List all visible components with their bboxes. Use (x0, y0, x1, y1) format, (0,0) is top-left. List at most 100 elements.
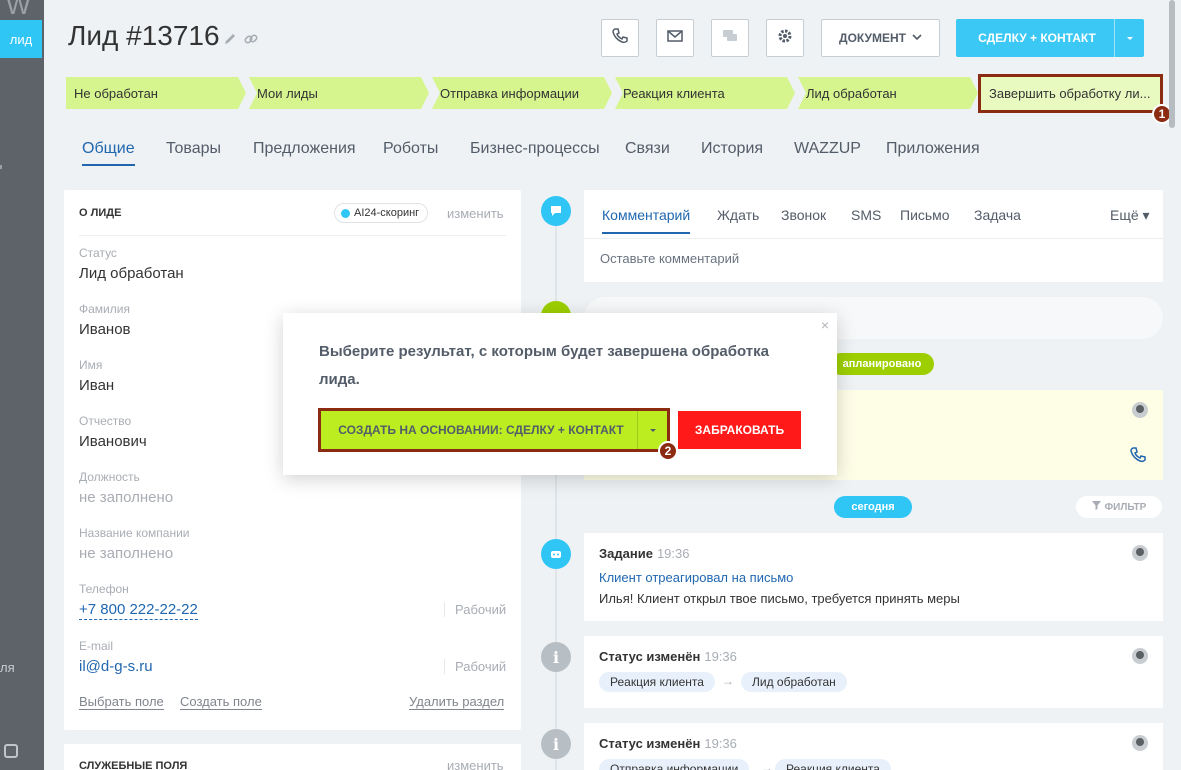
event-title-text: Статус изменён (599, 649, 701, 664)
event-time: 19:36 (656, 546, 690, 561)
tab-apps[interactable]: Приложения (886, 140, 980, 158)
field-label: Фамилия (79, 302, 130, 316)
caret-down-icon (1126, 37, 1133, 40)
sidebar-partial-label: ля (0, 660, 15, 675)
avatar (1132, 735, 1148, 751)
delete-section-link[interactable]: Удалить раздел (409, 695, 505, 710)
sidebar-marker (0, 165, 2, 169)
deal-contact-label: СДЕЛКУ + КОНТАКТ (978, 31, 1096, 45)
timeline-line (555, 210, 557, 770)
chat-button[interactable] (711, 19, 749, 57)
tab-offers[interactable]: Предложения (253, 140, 356, 158)
document-button[interactable]: ДОКУМЕНТ (821, 19, 940, 57)
tab-history[interactable]: История (701, 140, 763, 158)
more-label: Ещё (1110, 207, 1139, 223)
event-title-text: Задание (599, 546, 653, 561)
edit-section-link[interactable]: изменить (447, 758, 504, 770)
field-label: Имя (79, 358, 103, 372)
stage-item[interactable]: Мои лиды (249, 77, 429, 109)
phone-link[interactable]: +7 800 222-22-22 (79, 601, 198, 620)
timeline-event-status: Статус изменён 19:36 Реакция клиента → Ли… (584, 636, 1163, 708)
create-field-link[interactable]: Создать поле (180, 695, 262, 710)
first-name-value[interactable]: Иван (79, 377, 114, 394)
composer-tab-task[interactable]: Задача (974, 207, 1021, 223)
printer-icon[interactable] (4, 744, 18, 758)
call-button[interactable] (601, 19, 639, 57)
status-to-chip: Реакция клиента (775, 759, 891, 770)
sidebar-corner-letter: W (6, 0, 31, 20)
event-link[interactable]: Клиент отреагировал на письмо (599, 570, 793, 585)
position-value[interactable]: не заполнено (79, 489, 173, 506)
field-label: Отчество (79, 414, 132, 428)
comment-icon (541, 196, 571, 226)
middle-name-value[interactable]: Иванович (79, 433, 147, 450)
email-type: Рабочий (444, 659, 506, 674)
stage-item[interactable]: Лид обработан (798, 77, 978, 109)
field-label: Статус (79, 246, 117, 260)
step-badge-2: 2 (658, 441, 678, 461)
avatar (1132, 545, 1148, 561)
composer-more[interactable]: Ещё ▾ (1110, 207, 1150, 224)
tab-robots[interactable]: Роботы (383, 140, 438, 158)
stage-item[interactable]: Не обработан (66, 77, 246, 109)
arrow-right-icon: → (722, 674, 734, 688)
status-from-chip: Отправка информации (599, 759, 750, 770)
deal-contact-button[interactable]: СДЕЛКУ + КОНТАКТ (956, 19, 1144, 57)
select-field-link[interactable]: Выбрать поле (79, 695, 164, 710)
last-name-value[interactable]: Иванов (79, 321, 131, 338)
company-value[interactable]: не заполнено (79, 545, 173, 562)
composer-tab-wait[interactable]: Ждать (717, 207, 759, 223)
composer-tab-call[interactable]: Звонок (781, 207, 826, 223)
stage-item[interactable]: Реакция клиента (615, 77, 795, 109)
phone-icon (1129, 446, 1147, 469)
event-time: 19:36 (704, 736, 737, 751)
event-title: Задание 19:36 (599, 546, 689, 561)
timeline-event-task: Задание 19:36 Клиент отреагировал на пись… (584, 533, 1163, 621)
scrollbar-thumb[interactable] (1169, 0, 1175, 128)
tab-links[interactable]: Связи (625, 140, 670, 158)
arrow-right-icon: → (761, 761, 773, 770)
event-title: Статус изменён 19:36 (599, 736, 737, 751)
composer-tab-comment[interactable]: Комментарий (602, 207, 691, 234)
link-icon[interactable] (243, 31, 259, 47)
funnel-icon (1091, 501, 1101, 513)
filter-button[interactable]: ФИЛЬТР (1076, 496, 1162, 518)
ai-scoring-button[interactable]: AI24-скоринг (334, 203, 429, 223)
composer-tab-email[interactable]: Письмо (900, 207, 950, 223)
caret-down-icon (649, 429, 656, 432)
status-value[interactable]: Лид обработан (79, 265, 184, 282)
ai-icon (341, 208, 350, 218)
event-text: Илья! Клиент открыл твое письмо, требует… (599, 591, 960, 606)
tab-products[interactable]: Товары (166, 140, 221, 158)
comment-input[interactable]: Оставьте комментарий (600, 251, 739, 266)
tab-wazzup[interactable]: WAZZUP (794, 140, 861, 158)
stage-item[interactable]: Отправка информации (432, 77, 612, 109)
today-badge: сегодня (834, 496, 912, 518)
field-label: Должность (79, 470, 140, 484)
pencil-icon[interactable] (222, 31, 238, 47)
edit-section-link[interactable]: изменить (447, 206, 504, 221)
status-to-chip: Лид обработан (741, 672, 847, 692)
close-icon[interactable]: × (821, 317, 829, 333)
section-title: О ЛИДЕ (79, 207, 122, 219)
composer-tab-sms[interactable]: SMS (851, 207, 881, 223)
reject-button[interactable]: ЗАБРАКОВАТЬ (678, 411, 801, 449)
create-deal-contact-button[interactable]: СОЗДАТЬ НА ОСНОВАНИИ: СДЕЛКУ + КОНТАКТ (318, 408, 670, 452)
envelope-icon (666, 27, 684, 50)
tab-business-processes[interactable]: Бизнес-процессы (470, 140, 600, 158)
field-label: E-mail (79, 639, 114, 653)
create-deal-contact-label: СОЗДАТЬ НА ОСНОВАНИИ: СДЕЛКУ + КОНТАКТ (338, 423, 624, 437)
email-link[interactable]: il@d-g-s.ru (79, 658, 153, 675)
phone-type: Рабочий (444, 602, 506, 617)
email-button[interactable] (656, 19, 694, 57)
field-label: Название компании (79, 526, 190, 540)
sidebar-tab-lead[interactable]: лид (0, 20, 42, 58)
settings-button[interactable] (766, 19, 804, 57)
event-time: 19:36 (704, 649, 737, 664)
deal-dropdown-toggle[interactable] (1114, 19, 1144, 57)
tab-general[interactable]: Общие (82, 140, 135, 166)
chat-icon (721, 27, 739, 50)
filter-label: ФИЛЬТР (1104, 501, 1147, 513)
service-fields-card: СЛУЖЕБНЫЕ ПОЛЯ изменить (64, 744, 521, 770)
stage-finish-button[interactable]: Завершить обработку ли... (978, 74, 1163, 113)
